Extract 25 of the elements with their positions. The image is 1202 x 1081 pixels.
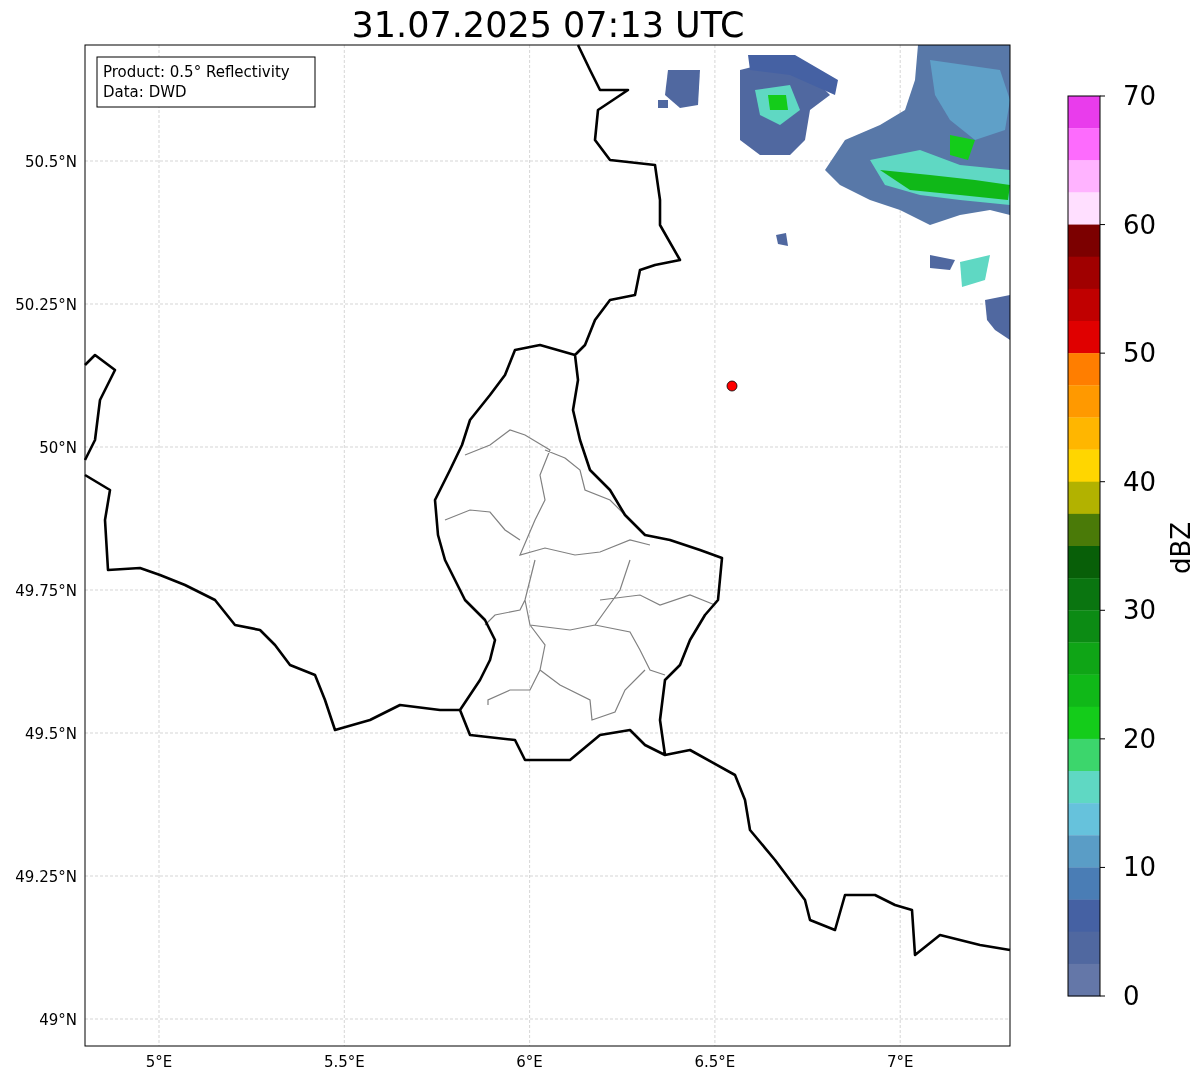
- figure-title: 31.07.2025 07:13 UTC: [351, 5, 745, 45]
- colorbar-tick-label: 40: [1123, 466, 1157, 497]
- colorbar-tick-label: 20: [1123, 723, 1157, 754]
- radar-site-marker: [726, 380, 738, 392]
- colorbar-tick-label: 0: [1123, 981, 1140, 1011]
- colorbar-label: dBZ: [1166, 521, 1196, 575]
- latitude-label: 49°N: [39, 1011, 77, 1029]
- longitude-label: 7°E: [886, 1053, 914, 1071]
- latitude-label: 50.5°N: [24, 153, 77, 171]
- info-text: Data: DWD: [103, 83, 187, 101]
- colorbar-tick-label: 10: [1123, 852, 1157, 883]
- latitude-label: 50.25°N: [15, 296, 77, 314]
- longitude-label: 6.5°E: [694, 1053, 736, 1071]
- latitude-label: 49.5°N: [24, 725, 77, 743]
- colorbar-tick-label: 60: [1123, 209, 1157, 240]
- info-text: Product: 0.5° Reflectivity: [103, 63, 290, 81]
- latitude-label: 49.25°N: [15, 868, 77, 886]
- latitude-label: 50°N: [39, 439, 77, 457]
- longitude-label: 5°E: [145, 1053, 173, 1071]
- longitude-label: 6°E: [516, 1053, 543, 1071]
- colorbar-tick-label: 50: [1123, 338, 1157, 369]
- latitude-label: 49.75°N: [15, 582, 77, 600]
- colorbar-tick-label: 70: [1123, 81, 1157, 111]
- colorbar-tick-label: 30: [1123, 595, 1157, 626]
- longitude-label: 5.5°E: [323, 1053, 365, 1071]
